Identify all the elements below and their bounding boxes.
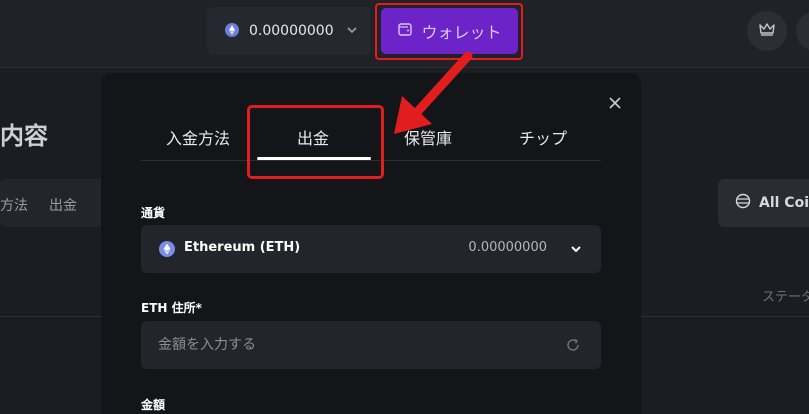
coins-filter-label: All Coin: [759, 195, 809, 211]
balance-selector[interactable]: 0.00000000: [207, 7, 371, 55]
close-icon[interactable]: [607, 95, 623, 111]
wallet-modal: 入金方法 出金 保管庫 チップ 通貨 Ethereum (ETH) 0.0000…: [101, 73, 641, 414]
page-tab-deposit[interactable]: 方法: [0, 195, 28, 215]
currency-balance: 0.00000000: [468, 240, 547, 255]
eth-icon: [159, 241, 175, 261]
currency-name: Ethereum (ETH): [184, 240, 301, 255]
chevron-down-icon: [569, 241, 583, 260]
vip-button[interactable]: [747, 11, 787, 51]
address-input[interactable]: [141, 321, 601, 369]
crown-icon: [758, 21, 776, 41]
coins-filter-button[interactable]: All Coin: [718, 179, 809, 227]
avatar[interactable]: [796, 11, 809, 51]
withdraw-tab-highlight-box: [247, 105, 384, 179]
table-divider: [640, 316, 809, 317]
tab-vault[interactable]: 保管庫: [404, 125, 452, 149]
table-divider: [0, 316, 101, 317]
tab-tip[interactable]: チップ: [519, 125, 567, 149]
chevron-down-icon: [346, 24, 358, 39]
amount-label: 金額: [141, 398, 166, 412]
address-label: ETH 住所*: [141, 301, 202, 315]
currency-label: 通貨: [141, 206, 166, 220]
refresh-icon[interactable]: [565, 337, 581, 357]
tab-deposit[interactable]: 入金方法: [166, 125, 230, 149]
status-column-header: ステータ: [762, 290, 809, 305]
coins-icon: [735, 193, 751, 213]
currency-select[interactable]: Ethereum (ETH) 0.00000000: [141, 225, 601, 273]
eth-icon: [225, 22, 239, 41]
page-title: 内容: [0, 122, 48, 150]
balance-amount: 0.00000000: [249, 23, 334, 39]
wallet-highlight-box: [375, 3, 523, 60]
page-tab-withdraw[interactable]: 出金: [49, 195, 77, 215]
